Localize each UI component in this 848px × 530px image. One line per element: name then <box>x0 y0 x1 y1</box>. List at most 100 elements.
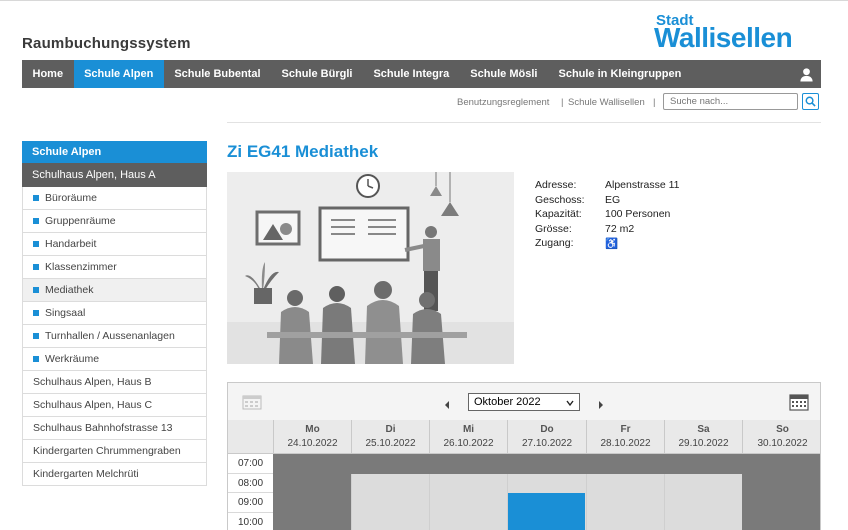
booking-calendar: Oktober 2022 Mo 24.10.2022 Di 25.10.2022 M… <box>227 382 821 530</box>
detail-row-geschoss: Geschoss: EG <box>535 193 680 208</box>
calendar-grid-icon[interactable] <box>242 394 262 415</box>
month-select[interactable]: Oktober 2022 <box>468 393 580 411</box>
sidebar-item-mediathek[interactable]: Mediathek <box>22 279 207 302</box>
link-schule-wallisellen[interactable]: Schule Wallisellen <box>568 97 645 108</box>
day-date: 24.10.2022 <box>287 438 338 449</box>
sidebar-item-haus-b[interactable]: Schulhaus Alpen, Haus B <box>22 371 207 394</box>
bullet-icon <box>33 264 39 270</box>
city-logo[interactable]: Stadt Wallisellen <box>654 12 822 52</box>
sidebar-item-turnhallen[interactable]: Turnhallen / Aussenanlagen <box>22 325 207 348</box>
sidebar-item-singsaal[interactable]: Singsaal <box>22 302 207 325</box>
sidebar-item-label: Büroräume <box>45 192 97 204</box>
chevron-down-icon <box>566 400 574 407</box>
nav-schule-bubental[interactable]: Schule Bubental <box>164 60 271 88</box>
detail-value: 100 Personen <box>605 208 671 221</box>
sidebar-item-bueroraeume[interactable]: Büroräume <box>22 187 207 210</box>
wheelchair-icon: ♿ <box>605 237 619 250</box>
nav-schule-buergli[interactable]: Schule Bürgli <box>271 60 363 88</box>
sidebar-heading[interactable]: Schule Alpen <box>22 141 207 163</box>
calendar-day-header: Mo 24.10.2022 Di 25.10.2022 Mi 26.10.2022 D… <box>228 420 820 454</box>
nav-schule-kleingruppen[interactable]: Schule in Kleingruppen <box>548 60 692 88</box>
day-date: 26.10.2022 <box>443 438 494 449</box>
detail-label: Zugang: <box>535 237 574 250</box>
bullet-icon <box>33 356 39 362</box>
time-label: 07:00 <box>228 454 273 474</box>
sidebar-item-label: Singsaal <box>45 307 86 319</box>
sidebar-item-label: Gruppenräume <box>45 215 116 227</box>
sidebar-item-werkraeume[interactable]: Werkräume <box>22 348 207 371</box>
nav-schule-alpen[interactable]: Schule Alpen <box>73 60 164 88</box>
util-separator: | <box>561 97 564 108</box>
sidebar-item-bahnhofstrasse[interactable]: Schulhaus Bahnhofstrasse 13 <box>22 417 207 440</box>
detail-label: Geschoss: <box>535 193 585 206</box>
day-header-mo: Mo 24.10.2022 <box>273 420 351 453</box>
detail-value: Alpenstrasse 11 <box>605 179 680 192</box>
detail-label: Grösse: <box>535 222 572 235</box>
sidebar-item-label: Mediathek <box>45 284 94 296</box>
grid-line <box>664 473 665 530</box>
sidebar-item-label: Klassenzimmer <box>45 261 117 273</box>
time-label: 08:00 <box>228 474 273 493</box>
unavailable-slot <box>273 473 351 530</box>
sidebar-item-label: Werkräume <box>45 353 100 365</box>
sidebar-item-chrummengraben[interactable]: Kindergarten Chrummengraben <box>22 440 207 463</box>
day-header-so: So 30.10.2022 <box>742 420 820 453</box>
time-label: 10:00 <box>228 513 273 530</box>
month-select-value: Oktober 2022 <box>474 396 541 408</box>
day-header-do: Do 27.10.2022 <box>507 420 586 453</box>
chevron-left-icon[interactable] <box>443 397 451 415</box>
room-illustration <box>227 172 514 364</box>
nav-schule-integra[interactable]: Schule Integra <box>363 60 460 88</box>
detail-row-adresse: Adresse: Alpenstrasse 11 <box>535 178 680 193</box>
search-input[interactable] <box>663 93 798 110</box>
room-details: Adresse: Alpenstrasse 11 Geschoss: EG Kapa… <box>535 178 680 251</box>
booking-block[interactable] <box>508 493 585 530</box>
chevron-right-icon[interactable] <box>597 397 605 415</box>
day-header-mi: Mi 26.10.2022 <box>429 420 507 453</box>
sidebar-item-label: Turnhallen / Aussenanlagen <box>45 330 175 342</box>
detail-value: 72 m2 <box>605 222 635 235</box>
detail-label: Kapazität: <box>535 208 582 221</box>
calendar-icon[interactable] <box>789 393 809 416</box>
day-date: 30.10.2022 <box>757 438 808 449</box>
day-name: Di <box>385 424 396 435</box>
bullet-icon <box>33 287 39 293</box>
day-date: 29.10.2022 <box>678 438 729 449</box>
link-benutzungsreglement[interactable]: Benutzungsreglement <box>457 97 549 108</box>
sidebar-subheading[interactable]: Schulhaus Alpen, Haus A <box>22 163 207 187</box>
grid-line <box>586 473 587 530</box>
time-column: 07:00 08:00 09:00 10:00 <box>228 454 273 530</box>
logo-big-text: Wallisellen <box>654 22 793 53</box>
calendar-toolbar: Oktober 2022 <box>228 383 820 421</box>
calendar-grid <box>273 454 820 530</box>
sidebar-item-gruppenraeume[interactable]: Gruppenräume <box>22 210 207 233</box>
detail-row-zugang: Zugang: ♿ <box>535 236 680 251</box>
day-date: 28.10.2022 <box>600 438 651 449</box>
day-name: Mi <box>462 424 475 435</box>
day-name: So <box>776 424 789 435</box>
detail-row-kapazitaet: Kapazität: 100 Personen <box>535 207 680 222</box>
bullet-icon <box>33 333 39 339</box>
app-title: Raumbuchungssystem <box>22 35 191 52</box>
nav-schule-moesli[interactable]: Schule Mösli <box>460 60 548 88</box>
detail-value: EG <box>605 193 621 206</box>
sidebar-item-handarbeit[interactable]: Handarbeit <box>22 233 207 256</box>
day-header-sa: Sa 29.10.2022 <box>664 420 742 453</box>
top-divider <box>0 0 848 1</box>
day-name: Sa <box>697 424 710 435</box>
detail-label: Adresse: <box>535 179 577 192</box>
day-name: Fr <box>620 424 631 435</box>
nav-home[interactable]: Home <box>22 60 74 88</box>
search-icon[interactable] <box>802 93 819 110</box>
day-name: Mo <box>305 424 320 435</box>
day-name: Do <box>540 424 554 435</box>
unavailable-slot <box>742 473 820 530</box>
grid-line <box>429 473 430 530</box>
sidebar-item-melchrueti[interactable]: Kindergarten Melchrüti <box>22 463 207 486</box>
day-date: 27.10.2022 <box>521 438 573 449</box>
user-icon[interactable] <box>791 60 821 88</box>
main-nav: Home Schule Alpen Schule Bubental Schule… <box>22 60 821 88</box>
sidebar-item-haus-c[interactable]: Schulhaus Alpen, Haus C <box>22 394 207 417</box>
detail-row-groesse: Grösse: 72 m2 <box>535 222 680 237</box>
sidebar-item-klassenzimmer[interactable]: Klassenzimmer <box>22 256 207 279</box>
